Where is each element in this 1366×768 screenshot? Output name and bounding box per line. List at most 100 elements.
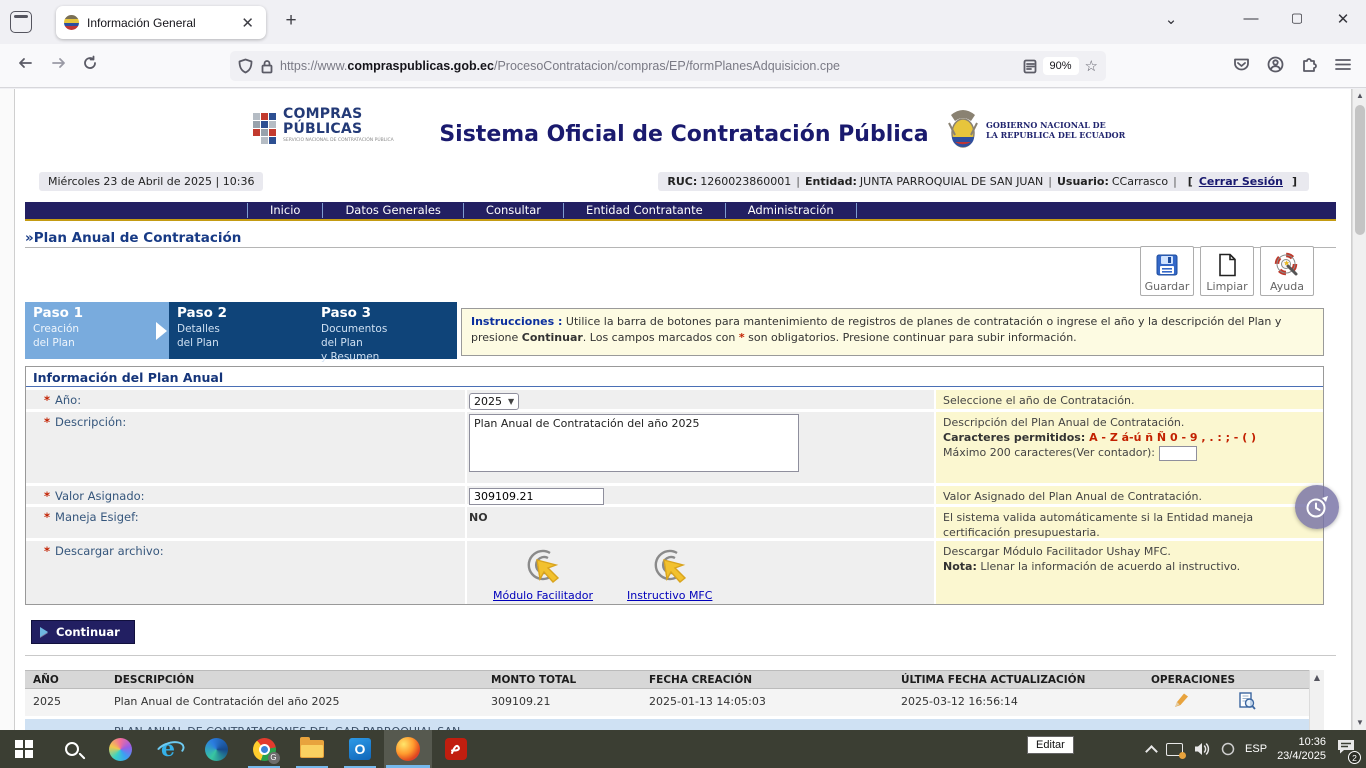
reload-icon[interactable] [74, 55, 106, 76]
taskbar-firefox-button[interactable] [384, 730, 432, 768]
zoom-indicator[interactable]: 90% [1043, 57, 1079, 75]
ruc-value: 1260023860001 [700, 175, 791, 188]
taskbar-outlook-button[interactable]: O [336, 730, 384, 768]
nav-item-consultar[interactable]: Consultar [463, 203, 563, 218]
nav-item-inicio[interactable]: Inicio [247, 203, 322, 218]
start-button[interactable] [0, 730, 48, 768]
pocket-icon[interactable] [1224, 57, 1258, 76]
taskbar-ie-button[interactable]: e [144, 730, 192, 768]
modulo-facilitador-link[interactable]: Módulo Facilitador [493, 589, 593, 602]
bookmark-star-icon[interactable]: ☆ [1085, 57, 1098, 75]
entidad-value: JUNTA PARROQUIAL DE SAN JUAN [860, 175, 1043, 188]
save-button[interactable]: Guardar [1140, 246, 1194, 296]
taskbar-chrome-button[interactable]: G [240, 730, 288, 768]
scroll-up-icon[interactable]: ▲ [1353, 89, 1366, 103]
descargar-label: Descargar archivo: [55, 544, 164, 558]
notification-center-button[interactable]: 2 [1336, 738, 1356, 760]
datetime-text: Miércoles 23 de Abril de 2025 | 10:36 [48, 175, 254, 188]
download-click-icon [647, 547, 693, 585]
usuario-label: Usuario: [1057, 175, 1109, 188]
step-1[interactable]: Paso 1 Creación del Plan [25, 302, 169, 359]
page-scrollbar[interactable]: ▲ ▼ [1352, 89, 1366, 730]
wizard-steps: Paso 1 Creación del Plan Paso 2 Detalles… [25, 302, 457, 359]
clear-label: Limpiar [1206, 280, 1247, 293]
tabs-list-chevron-icon[interactable]: ⌄ [1156, 10, 1186, 28]
taskbar-edge-button[interactable] [192, 730, 240, 768]
taskbar-search-button[interactable] [48, 730, 96, 768]
nav-item-datos-generales[interactable]: Datos Generales [322, 203, 462, 218]
step-2[interactable]: Paso 2 Detalles del Plan [169, 302, 313, 359]
blank-page-icon [1214, 252, 1240, 278]
plans-table: AÑO DESCRIPCIÓN MONTO TOTAL FECHA CREACI… [25, 670, 1324, 730]
step-1-subtitle: Creación del Plan [33, 322, 169, 350]
firefox-view-icon[interactable] [10, 11, 32, 33]
reader-mode-icon[interactable] [1023, 59, 1037, 74]
view-document-icon[interactable] [1238, 692, 1256, 710]
modulo-facilitador-download[interactable]: Módulo Facilitador [493, 547, 593, 602]
col-anio: AÑO [25, 671, 110, 688]
tray-chevron-icon[interactable] [1145, 745, 1158, 758]
url-scheme: https://www. [280, 59, 347, 73]
taskbar-clock[interactable]: 10:36 23/4/2025 [1277, 735, 1326, 763]
scrollbar-thumb[interactable] [1355, 105, 1365, 235]
minimize-window-icon[interactable]: — [1236, 10, 1266, 27]
tray-hidden-icon[interactable] [1221, 742, 1235, 756]
esigef-value: NO [469, 509, 934, 524]
maximize-window-icon[interactable]: ▢ [1282, 10, 1312, 26]
edit-pencil-icon[interactable] [1172, 692, 1190, 710]
url-bar[interactable]: https://www.compraspublicas.gob.ec/Proce… [230, 51, 1106, 81]
language-indicator[interactable]: ESP [1245, 743, 1267, 755]
cell-fecha-creacion: 2025-01-13 14:05:03 [645, 689, 897, 716]
timer-overlay-widget[interactable] [1295, 485, 1339, 529]
nav-item-administracion[interactable]: Administración [725, 203, 857, 218]
counter-input[interactable] [1159, 446, 1197, 461]
extensions-icon[interactable] [1292, 56, 1326, 77]
clock-time: 10:36 [1277, 735, 1326, 749]
form-row-anio: *Año: 2025▼ Seleccione el año de Contrat… [26, 390, 1323, 409]
nav-item-entidad-contratante[interactable]: Entidad Contratante [563, 203, 725, 218]
taskbar-copilot-button[interactable] [96, 730, 144, 768]
forward-icon[interactable] [42, 56, 74, 75]
descripcion-textarea[interactable]: Plan Anual de Contratación del año 2025 [469, 414, 799, 472]
screen: Información General ✕ + ⌄ — ▢ ✕ https://… [0, 0, 1366, 768]
logout-bracket-close: ] [1292, 175, 1297, 188]
back-icon[interactable] [10, 56, 42, 75]
anio-select[interactable]: 2025▼ [469, 393, 519, 410]
taskbar-acrobat-button[interactable] [432, 730, 480, 768]
instructivo-mfc-download[interactable]: Instructivo MFC [627, 547, 712, 602]
instructivo-mfc-link[interactable]: Instructivo MFC [627, 589, 712, 602]
cell-fecha-actualizacion: 2025-03-12 16:56:14 [897, 689, 1147, 716]
descripcion-help1: Descripción del Plan Anual de Contrataci… [943, 416, 1184, 429]
chrome-icon: G [253, 738, 276, 761]
valor-input[interactable] [469, 488, 604, 505]
tray-share-icon[interactable] [1166, 743, 1183, 756]
table-scroll-up-icon[interactable]: ▲ [1310, 670, 1324, 685]
cell-anio: 2025 [25, 689, 110, 716]
form-row-valor: *Valor Asignado: Valor Asignado del Plan… [26, 486, 1323, 504]
account-icon[interactable] [1258, 56, 1292, 77]
tab-close-icon[interactable]: ✕ [237, 14, 258, 32]
cell-descripcion-2: PLAN ANUAL DE CONTRATACIONES DEL GAD PAR… [110, 719, 487, 730]
help-button[interactable]: Ayuda [1260, 246, 1314, 296]
gov-line1: GOBIERNO NACIONAL DE [986, 120, 1106, 130]
new-tab-button[interactable]: + [278, 10, 304, 32]
tracking-shield-icon[interactable] [238, 58, 253, 74]
continue-button[interactable]: Continuar [31, 620, 135, 644]
menu-icon[interactable] [1326, 58, 1360, 75]
step-3[interactable]: Paso 3 Documentos del Plan y Resumen [313, 302, 457, 359]
table-scrollbar[interactable]: ▲ [1309, 670, 1324, 730]
close-window-icon[interactable]: ✕ [1328, 10, 1358, 28]
col-descripcion: DESCRIPCIÓN [110, 671, 487, 688]
taskbar-explorer-button[interactable] [288, 730, 336, 768]
windows-logo-icon [15, 740, 33, 758]
scroll-down-icon[interactable]: ▼ [1353, 716, 1366, 730]
breadcrumb: »Plan Anual de Contratación [25, 230, 241, 246]
contador-label: Máximo 200 caracteres(Ver contador): [943, 446, 1155, 459]
clear-button[interactable]: Limpiar [1200, 246, 1254, 296]
system-tray: Editar ESP 10:36 23/4/2025 2 [1147, 730, 1366, 768]
tray-volume-icon[interactable] [1193, 741, 1211, 757]
lock-icon [260, 59, 274, 74]
logout-link[interactable]: Cerrar Sesión [1199, 175, 1283, 188]
life-ring-icon [1274, 252, 1300, 278]
browser-tab[interactable]: Información General ✕ [56, 6, 266, 39]
